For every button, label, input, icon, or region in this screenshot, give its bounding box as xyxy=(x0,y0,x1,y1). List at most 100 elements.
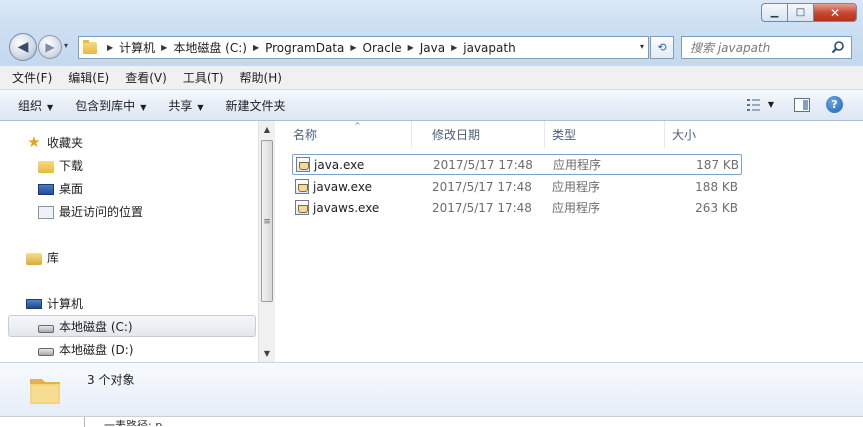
organize-button[interactable]: 组织 ▼ xyxy=(18,97,53,114)
column-header-size[interactable]: 大小 xyxy=(655,121,750,148)
column-name-label: 名称 xyxy=(293,128,318,142)
executable-icon xyxy=(295,179,309,194)
file-date: 2017/5/17 17:48 xyxy=(432,179,532,194)
nav-libraries[interactable]: 库 xyxy=(26,246,59,268)
breadcrumb-programdata[interactable]: ProgramData xyxy=(265,41,344,55)
sort-ascending-icon: ^ xyxy=(354,121,361,130)
column-type-label: 类型 xyxy=(552,128,577,142)
column-date-label: 修改日期 xyxy=(432,128,481,142)
search-input[interactable]: 搜索 javapath xyxy=(681,36,852,59)
nav-favorites-label: 收藏夹 xyxy=(47,135,84,150)
close-button[interactable]: ✕ xyxy=(813,3,857,22)
file-type: 应用程序 xyxy=(552,201,601,215)
scroll-up-button[interactable]: ▲ xyxy=(259,121,275,138)
minimize-button[interactable]: ▁ xyxy=(761,3,787,22)
menu-help[interactable]: 帮助(H) xyxy=(240,69,282,86)
details-pane: 3 个对象 xyxy=(0,362,863,416)
background-text: 一表路径: p xyxy=(104,419,163,426)
include-in-library-label: 包含到库中 xyxy=(75,98,136,113)
folder-icon xyxy=(30,379,60,404)
column-header-name[interactable]: 名称 ^ xyxy=(276,121,412,148)
menu-edit[interactable]: 编辑(E) xyxy=(68,69,109,86)
breadcrumb-drive-c[interactable]: 本地磁盘 (C:) xyxy=(173,39,247,56)
include-in-library-button[interactable]: 包含到库中 ▼ xyxy=(75,97,146,114)
drive-icon xyxy=(38,348,54,356)
address-bar[interactable]: ▶ 计算机 ▶ 本地磁盘 (C:) ▶ ProgramData ▶ Oracle… xyxy=(78,36,649,59)
file-list: 名称 ^ 修改日期 类型 大小 java.exe 2017/5/17 17:48… xyxy=(276,121,863,362)
file-size: 187 KB xyxy=(696,157,739,172)
menu-bar: 文件(F) 编辑(E) 查看(V) 工具(T) 帮助(H) xyxy=(0,66,863,90)
breadcrumb-separator[interactable]: ▶ xyxy=(161,43,167,52)
nav-drive-d-label: 本地磁盘 (D:) xyxy=(59,342,134,357)
file-type: 应用程序 xyxy=(553,158,602,172)
maximize-button[interactable]: □ xyxy=(787,3,813,22)
star-icon: ★ xyxy=(27,133,41,151)
breadcrumb-oracle[interactable]: Oracle xyxy=(363,41,402,55)
recent-places-icon xyxy=(38,205,54,219)
breadcrumb-separator[interactable]: ▶ xyxy=(350,43,356,52)
chevron-down-icon[interactable]: ▼ xyxy=(768,100,774,109)
executable-icon xyxy=(296,157,310,172)
executable-icon xyxy=(295,200,309,215)
folder-icon xyxy=(83,39,97,54)
menu-view[interactable]: 查看(V) xyxy=(125,69,167,86)
nav-desktop[interactable]: 桌面 xyxy=(38,177,83,199)
desktop-icon xyxy=(38,183,54,195)
column-size-label: 大小 xyxy=(672,128,697,142)
breadcrumb-separator[interactable]: ▶ xyxy=(451,43,457,52)
file-date: 2017/5/17 17:48 xyxy=(433,157,533,172)
refresh-button[interactable]: ⟲ xyxy=(650,36,674,59)
breadcrumb-separator[interactable]: ▶ xyxy=(408,43,414,52)
nav-computer[interactable]: 计算机 xyxy=(26,292,83,314)
nav-downloads-label: 下载 xyxy=(59,158,84,173)
scroll-thumb[interactable]: ≡ xyxy=(261,140,273,302)
nav-drive-c-label: 本地磁盘 (C:) xyxy=(59,319,133,334)
organize-label: 组织 xyxy=(18,98,43,113)
chevron-down-icon: ▼ xyxy=(140,102,147,112)
explorer-window: ▁ □ ✕ ◀ ▶ ▾ ▶ 计算机 ▶ 本地磁盘 (C:) ▶ ProgramD… xyxy=(0,0,863,427)
breadcrumb-javapath[interactable]: javapath xyxy=(463,41,515,55)
breadcrumb-java[interactable]: Java xyxy=(420,41,445,55)
help-icon[interactable]: ? xyxy=(826,96,843,113)
change-view-icon[interactable] xyxy=(746,98,762,112)
background-window-strip: 一表路径: p xyxy=(0,416,863,427)
chevron-down-icon: ▼ xyxy=(197,102,204,112)
file-size: 263 KB xyxy=(695,200,738,215)
table-row[interactable]: javaws.exe 2017/5/17 17:48 应用程序 263 KB xyxy=(292,197,742,218)
file-date: 2017/5/17 17:48 xyxy=(432,200,532,215)
menu-tools[interactable]: 工具(T) xyxy=(183,69,224,86)
nav-computer-label: 计算机 xyxy=(47,296,84,311)
new-folder-button[interactable]: 新建文件夹 xyxy=(226,97,286,114)
recent-pages-dropdown[interactable]: ▾ xyxy=(64,41,68,50)
library-icon xyxy=(26,252,42,265)
navpane-scrollbar[interactable]: ▲ ≡ ▼ xyxy=(258,121,275,362)
column-header-type[interactable]: 类型 xyxy=(535,121,665,148)
navigation-pane: ★ 收藏夹 下载 桌面 最近访问的位置 库 计算机 本地磁盘 (C:) 本地磁盘… xyxy=(0,121,258,362)
nav-libraries-label: 库 xyxy=(47,250,60,265)
nav-recent-label: 最近访问的位置 xyxy=(59,204,144,219)
share-label: 共享 xyxy=(168,98,193,113)
breadcrumb-computer[interactable]: 计算机 xyxy=(119,39,155,56)
file-name: java.exe xyxy=(314,157,365,172)
table-row[interactable]: java.exe 2017/5/17 17:48 应用程序 187 KB xyxy=(292,154,742,175)
nav-favorites[interactable]: ★ 收藏夹 xyxy=(26,131,83,153)
address-dropdown[interactable]: ▾ xyxy=(640,42,644,51)
column-header-date[interactable]: 修改日期 xyxy=(415,121,545,148)
window-controls: ▁ □ ✕ xyxy=(761,3,857,22)
nav-recent[interactable]: 最近访问的位置 xyxy=(38,200,143,222)
search-placeholder: 搜索 javapath xyxy=(690,41,771,55)
table-row[interactable]: javaw.exe 2017/5/17 17:48 应用程序 188 KB xyxy=(292,176,742,197)
menu-file[interactable]: 文件(F) xyxy=(12,69,52,86)
preview-pane-icon[interactable] xyxy=(794,97,810,112)
share-button[interactable]: 共享 ▼ xyxy=(168,97,203,114)
nav-downloads[interactable]: 下载 xyxy=(38,154,83,176)
back-button[interactable]: ◀ xyxy=(9,33,37,61)
nav-drive-c[interactable]: 本地磁盘 (C:) xyxy=(8,315,256,337)
forward-button[interactable]: ▶ xyxy=(38,35,62,59)
breadcrumb-separator[interactable]: ▶ xyxy=(253,43,259,52)
breadcrumb-separator[interactable]: ▶ xyxy=(107,43,113,52)
nav-drive-d[interactable]: 本地磁盘 (D:) xyxy=(38,338,133,360)
file-type: 应用程序 xyxy=(552,180,601,194)
search-icon[interactable] xyxy=(831,40,845,54)
scroll-down-button[interactable]: ▼ xyxy=(259,345,275,362)
